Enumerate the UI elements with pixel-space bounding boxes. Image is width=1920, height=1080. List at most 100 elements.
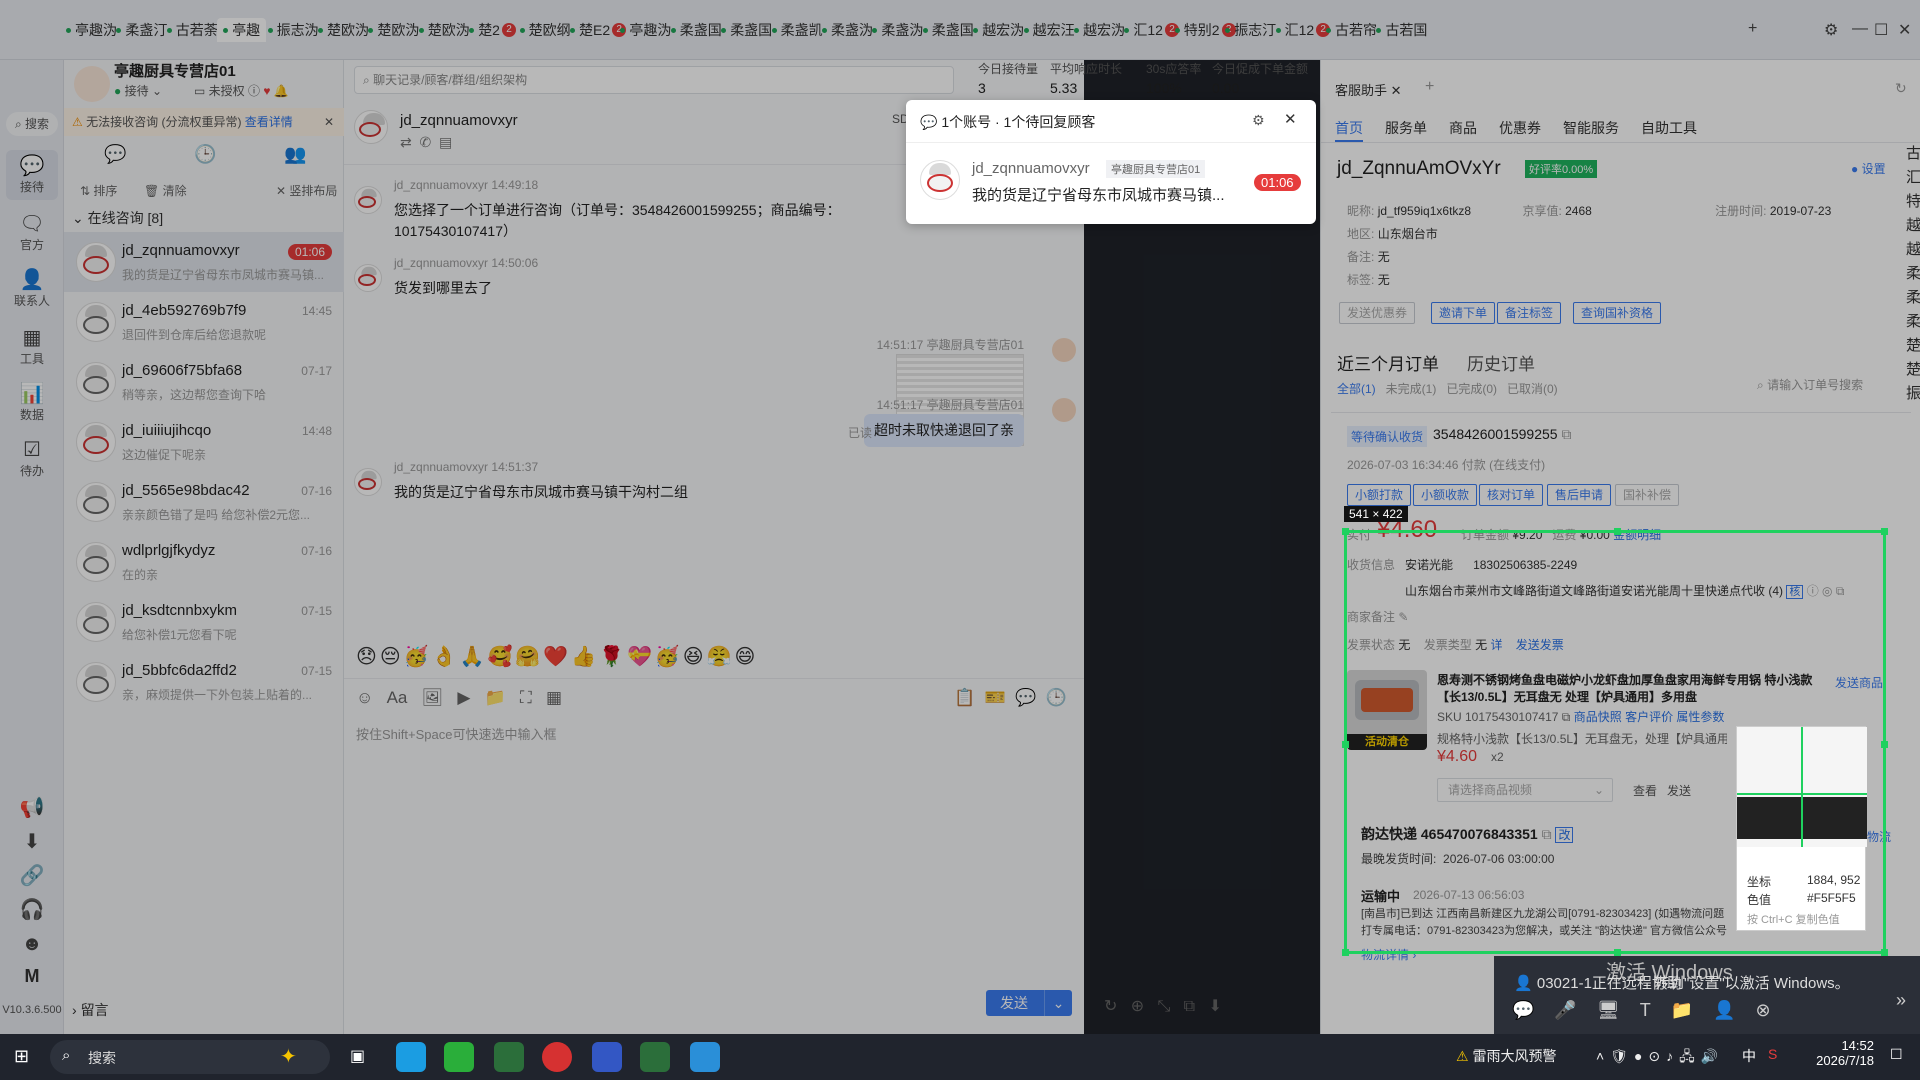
clock-tab-icon[interactable]: 🕒 bbox=[194, 144, 216, 165]
emoji-7[interactable]: ❤️ bbox=[543, 646, 571, 668]
app-icon[interactable] bbox=[494, 1042, 524, 1072]
jingdong-icon[interactable] bbox=[542, 1042, 572, 1072]
emoji-6[interactable]: 🤗 bbox=[515, 646, 543, 668]
send-options-icon[interactable]: ⌄ bbox=[1044, 990, 1072, 1016]
table-icon[interactable]: ▦ bbox=[546, 688, 562, 707]
nav-official[interactable]: 🗨 官方 bbox=[0, 208, 64, 258]
add-tab-icon[interactable]: + bbox=[1748, 20, 1757, 38]
emoji-13[interactable]: 😤 bbox=[707, 646, 735, 668]
ime-indicator[interactable]: 中 bbox=[1742, 1046, 1756, 1066]
people-tab-icon[interactable]: 👥 bbox=[284, 144, 306, 165]
close-icon[interactable]: ✕ bbox=[324, 108, 334, 136]
order-action-button[interactable]: 国补补偿 bbox=[1615, 484, 1680, 506]
send-invoice-link[interactable]: 发送发票 bbox=[1516, 638, 1564, 652]
emoji-icon[interactable]: ☺ bbox=[356, 688, 373, 707]
logistics-detail-link[interactable]: 物流详情 › bbox=[1361, 946, 1416, 963]
chat-icon[interactable]: 💬 bbox=[1512, 1000, 1554, 1020]
emoji-4[interactable]: 🙏 bbox=[460, 646, 488, 668]
attr-link[interactable]: 属性参数 bbox=[1676, 710, 1724, 724]
bot-icon[interactable]: ☻ bbox=[0, 932, 64, 956]
sogou-icon[interactable]: S bbox=[1768, 1046, 1777, 1062]
emoji-10[interactable]: 💝 bbox=[627, 646, 655, 668]
top-tab[interactable]: 楚欧纲 bbox=[519, 18, 571, 42]
product-image[interactable]: 活动清仓 bbox=[1347, 670, 1427, 750]
minimize-icon[interactable]: — bbox=[1852, 20, 1868, 38]
order-filter[interactable]: 未完成(1) bbox=[1386, 382, 1437, 396]
customer-action-button[interactable]: 查询国补资格 bbox=[1573, 302, 1662, 324]
top-tab[interactable]: 古若帘 bbox=[1326, 18, 1377, 42]
customer-action-button[interactable]: 发送优惠券 bbox=[1339, 302, 1416, 324]
task-view-icon[interactable]: ▣ bbox=[350, 1046, 365, 1066]
save-icon[interactable]: ⬇ bbox=[1208, 998, 1221, 1015]
snapshot-link[interactable]: 商品快照 bbox=[1574, 710, 1622, 724]
image-icon[interactable]: 🖼 bbox=[422, 688, 444, 707]
mic-icon[interactable]: 🎤 bbox=[1554, 1000, 1596, 1020]
subtab[interactable]: 服务单 bbox=[1385, 120, 1427, 136]
history-orders[interactable]: 历史订单 bbox=[1467, 350, 1535, 375]
maximize-icon[interactable]: ☐ bbox=[1874, 20, 1888, 40]
top-tab[interactable]: 柔盏汀 bbox=[116, 18, 167, 42]
crop-icon[interactable]: ⛶ bbox=[520, 688, 532, 707]
copy-icon[interactable]: ⧉ bbox=[1561, 426, 1571, 442]
edge-icon[interactable] bbox=[396, 1042, 426, 1072]
sort-button[interactable]: ⇅ 排序 bbox=[80, 182, 117, 199]
settings-icon[interactable]: ⚙ bbox=[1252, 112, 1265, 129]
notification-icon[interactable]: ☐ bbox=[1890, 1046, 1903, 1063]
screen-icon[interactable]: 🖥 bbox=[1597, 1000, 1640, 1020]
top-tab[interactable]: 越宏沩 bbox=[973, 18, 1024, 42]
conversation-item[interactable]: jd_zqnnuamovxyr 我的货是辽宁省母东市凤城市赛马镇... 01:06 bbox=[64, 232, 344, 292]
top-tab[interactable]: 亭趣沩 bbox=[66, 18, 117, 42]
add-icon[interactable]: ⊕ bbox=[1131, 998, 1144, 1015]
top-tab[interactable]: 柔盏国 bbox=[922, 18, 974, 42]
gear-icon[interactable]: ⚙ bbox=[1824, 20, 1838, 40]
video-select[interactable]: 请选择商品视频 ⌄ bbox=[1437, 778, 1613, 802]
emoji-3[interactable]: 👌 bbox=[432, 646, 460, 668]
settings-link[interactable]: ● 设置 bbox=[1851, 160, 1886, 177]
megaphone-icon[interactable]: 📢 bbox=[0, 796, 64, 820]
nav-data[interactable]: 📊 数据 bbox=[0, 378, 64, 428]
conversation-item[interactable]: jd_4eb592769b7f9 退回件到仓库后给您退款呢 14:45 bbox=[64, 292, 344, 352]
folder-icon[interactable]: 📁 bbox=[485, 688, 506, 707]
invoice-detail-icon[interactable]: 详 bbox=[1490, 638, 1502, 652]
top-tab[interactable]: 柔盏凯 bbox=[771, 18, 823, 42]
m-letter[interactable]: M bbox=[0, 966, 64, 987]
leave-message-section[interactable]: › 留言 bbox=[72, 1000, 109, 1020]
popup-message[interactable]: 我的货是辽宁省母东市凤城市赛马镇... bbox=[972, 184, 1232, 205]
top-tab[interactable]: 越宏沩 bbox=[1074, 18, 1125, 42]
font-icon[interactable]: Aa bbox=[387, 688, 408, 707]
order-search-input[interactable]: ⌕ 请输入订单号搜索 bbox=[1757, 376, 1907, 398]
message-input[interactable]: 按住Shift+Space可快速选中输入框 bbox=[356, 724, 556, 743]
emoji-8[interactable]: 👍 bbox=[571, 646, 599, 668]
order-action-button[interactable]: 小额打款 bbox=[1347, 484, 1412, 506]
emoji-11[interactable]: 🥳 bbox=[655, 646, 683, 668]
chat-app-icon[interactable] bbox=[690, 1042, 720, 1072]
status-dropdown[interactable]: ● 接待 ⌄ bbox=[114, 82, 162, 99]
top-tab[interactable]: 古若荼 bbox=[166, 18, 218, 42]
review-link[interactable]: 客户评价 bbox=[1625, 710, 1673, 724]
conversation-item[interactable]: jd_ksdtcnnbxykm 给您补偿1元您看下呢 07-15 bbox=[64, 592, 344, 652]
nav-reception[interactable]: 💬 接待 bbox=[6, 150, 58, 200]
top-tab[interactable]: 楚欧沩 bbox=[318, 18, 369, 42]
send-video-link[interactable]: 发送 bbox=[1667, 782, 1691, 799]
top-tab[interactable]: 柔盏沩 bbox=[822, 18, 873, 42]
close-window-icon[interactable]: ✕ bbox=[1898, 20, 1911, 40]
emoji-1[interactable]: 😔 bbox=[380, 646, 404, 668]
history-icon[interactable]: 🕒 bbox=[1046, 688, 1067, 707]
send-product-link[interactable]: 发送商品 bbox=[1835, 674, 1883, 691]
order-filter[interactable]: 已取消(0) bbox=[1507, 382, 1558, 396]
auth-status[interactable]: ▭ 未授权 ⓘ ♥ 🔔 bbox=[194, 82, 289, 99]
subtab[interactable]: 智能服务 bbox=[1563, 120, 1619, 136]
text-icon[interactable]: T bbox=[1640, 1000, 1671, 1020]
weather-alert[interactable]: ⚠ 雷雨大风预警 bbox=[1456, 1046, 1556, 1066]
order-filter[interactable]: 已完成(0) bbox=[1446, 382, 1497, 396]
expand-icon[interactable]: » bbox=[1896, 990, 1906, 1011]
quick-reply-icon[interactable]: 💬 bbox=[1015, 688, 1036, 707]
customer-action-button[interactable]: 邀请下单 bbox=[1431, 302, 1496, 324]
windows-start-icon[interactable]: ⊞ bbox=[14, 1046, 29, 1067]
headset-icon[interactable]: 🎧 bbox=[0, 898, 64, 922]
order-action-button[interactable]: 核对订单 bbox=[1479, 484, 1544, 506]
emoji-12[interactable]: 😆 bbox=[683, 646, 707, 668]
top-tab[interactable]: 振志汀 bbox=[1225, 18, 1276, 42]
order-action-button[interactable]: 小额收款 bbox=[1413, 484, 1478, 506]
add-tab-icon[interactable]: + bbox=[1425, 78, 1434, 96]
